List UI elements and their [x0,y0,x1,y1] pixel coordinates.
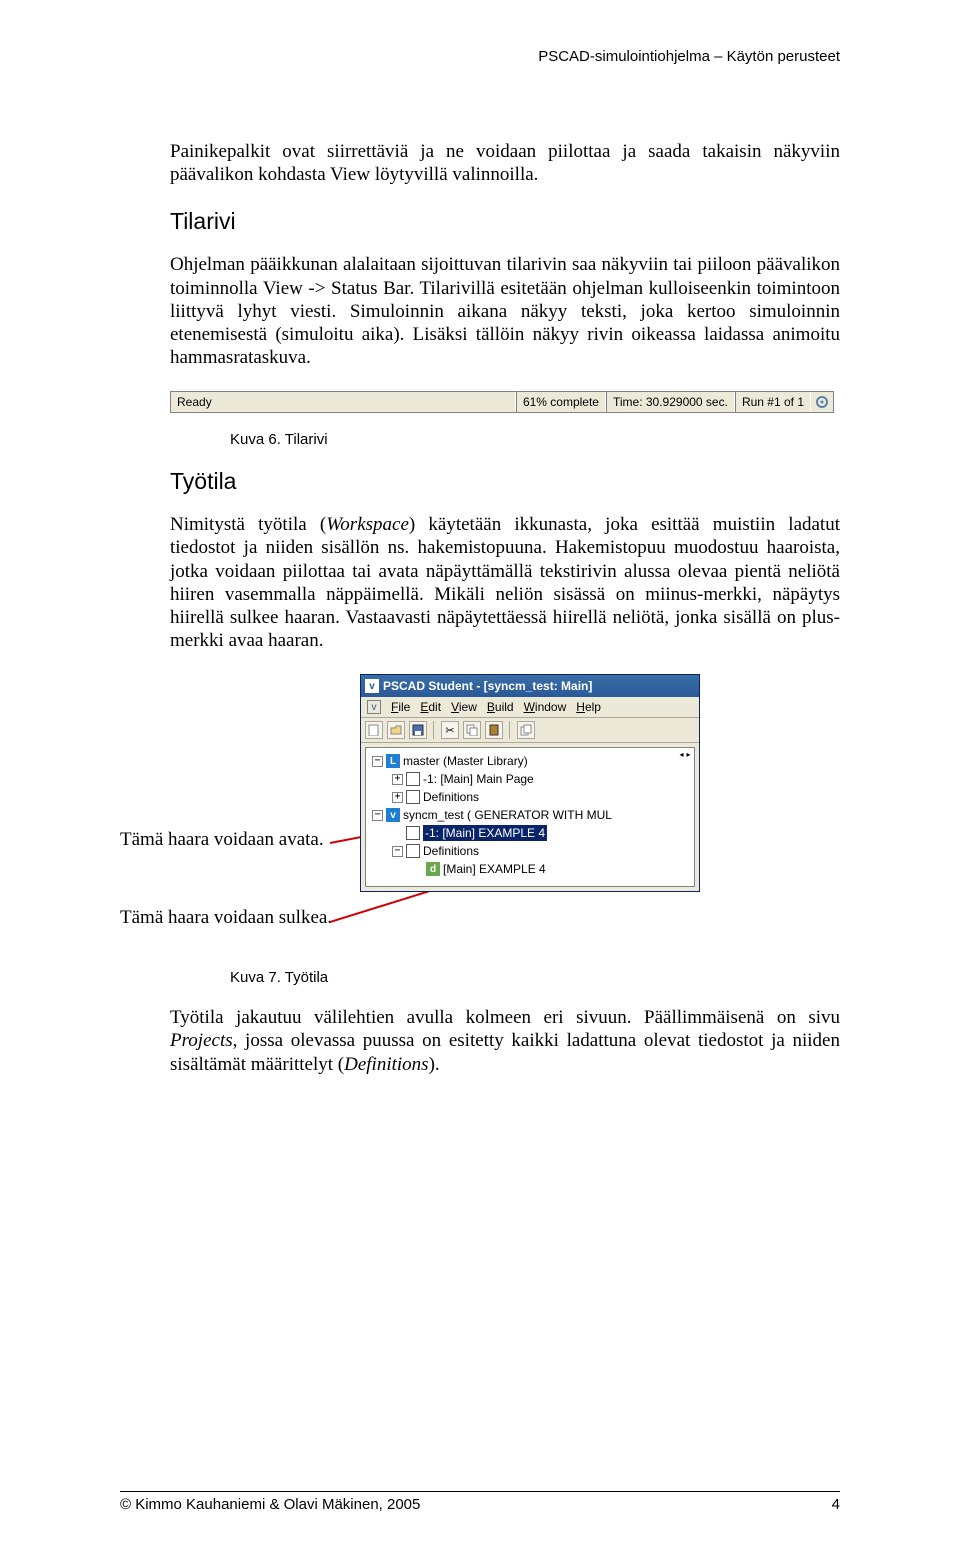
folder-icon [406,844,420,858]
main-content: Painikepalkit ovat siirrettäviä ja ne vo… [170,140,840,1098]
annotation-close: Tämä haara voidaan sulkea. [120,907,360,929]
footer-copyright: © Kimmo Kauhaniemi & Olavi Mäkinen, 2005 [120,1496,420,1513]
heading-tilarivi: Tilarivi [170,208,840,235]
caption-kuva7: Kuva 7. Työtila [230,969,840,986]
app-menu-icon[interactable]: v [367,700,381,714]
page-footer: © Kimmo Kauhaniemi & Olavi Mäkinen, 2005… [120,1491,840,1513]
tree-label: [Main] EXAMPLE 4 [443,862,546,876]
page-icon [406,826,420,840]
figure-window-wrap: Tämä haara voidaan avata. Tämä haara voi… [120,674,840,929]
text: ). [429,1054,440,1075]
collapse-icon[interactable]: − [372,810,383,821]
toolbar: ✂ [361,718,699,743]
folder-icon [406,790,420,804]
tree-row-master[interactable]: − L master (Master Library) [368,752,692,770]
tree-label: -1: [Main] Main Page [423,772,534,786]
page-icon [406,772,420,786]
paragraph-tilarivi: Ohjelman pääikkunan alalaitaan sijoittuv… [170,253,840,369]
text: Nimitystä työtila ( [170,514,326,535]
tree-label: -1: [Main] EXAMPLE 4 [423,825,547,841]
tree-row-defs1[interactable]: + Definitions [368,788,692,806]
paragraph-tyotila: Nimitystä työtila (Workspace) käytetään … [170,513,840,652]
tree-row-mainpage[interactable]: + -1: [Main] Main Page [368,770,692,788]
menu-build[interactable]: Build [487,700,514,714]
tree-pane: ◂ ▸ − L master (Master Library) + -1: [M… [365,747,695,887]
app-icon: v [365,679,379,693]
annotation-open: Tämä haara voidaan avata. [120,829,360,851]
scroll-right-icon[interactable]: ▸ [685,750,692,760]
definition-icon: d [426,862,440,876]
window-title: PSCAD Student - [syncm_test: Main] [383,679,592,693]
text: Työtila jakautuu välilehtien avulla kolm… [170,1007,840,1028]
project-icon: v [386,808,400,822]
window-titlebar: v PSCAD Student - [syncm_test: Main] [361,675,699,697]
menu-file[interactable]: File [391,700,410,714]
statusbar-ready: Ready [171,392,516,412]
tree-row-syncm[interactable]: − v syncm_test ( GENERATOR WITH MUL [368,806,692,824]
menu-help[interactable]: Help [576,700,601,714]
paragraph-tyotila2: Työtila jakautuu välilehtien avulla kolm… [170,1006,840,1076]
collapse-icon[interactable]: − [372,756,383,767]
cut-icon[interactable]: ✂ [441,721,459,739]
menu-edit[interactable]: Edit [420,700,441,714]
statusbar-complete: 61% complete [516,392,606,412]
tree-label: Definitions [423,790,479,804]
page-number: 4 [832,1496,840,1513]
annotation-column: Tämä haara voidaan avata. Tämä haara voi… [120,674,360,929]
pscad-window: v PSCAD Student - [syncm_test: Main] v F… [360,674,700,892]
expand-icon[interactable]: + [392,792,403,803]
copy-icon[interactable] [463,721,481,739]
statusbar-run: Run #1 of 1 [735,392,811,412]
menu-window[interactable]: Window [524,700,567,714]
tree-row-example4-sel[interactable]: -1: [Main] EXAMPLE 4 [368,824,692,842]
tree-row-example4-def[interactable]: d [Main] EXAMPLE 4 [368,860,692,878]
text-italic: Workspace [326,514,409,535]
new-icon[interactable] [365,721,383,739]
copy-icon-2[interactable] [517,721,535,739]
paste-icon[interactable] [485,721,503,739]
library-icon: L [386,754,400,768]
tree-label: master (Master Library) [403,754,528,768]
toolbar-separator [509,721,511,739]
text-italic: Definitions [344,1054,428,1075]
gear-icon [811,395,833,409]
tree-row-defs2[interactable]: − Definitions [368,842,692,860]
caption-kuva6: Kuva 6. Tilarivi [230,431,840,448]
collapse-icon[interactable]: − [392,846,403,857]
text: , jossa olevassa puussa on esitetty kaik… [170,1030,840,1074]
open-icon[interactable] [387,721,405,739]
save-icon[interactable] [409,721,427,739]
expand-icon[interactable]: + [392,774,403,785]
toolbar-separator [433,721,435,739]
menu-view[interactable]: View [451,700,477,714]
text-italic: Projects [170,1030,233,1051]
page-header: PSCAD-simulointiohjelma – Käytön peruste… [538,48,840,65]
tree-label: syncm_test ( GENERATOR WITH MUL [403,808,612,822]
statusbar-time: Time: 30.929000 sec. [606,392,735,412]
paragraph-intro: Painikepalkit ovat siirrettäviä ja ne vo… [170,140,840,186]
heading-tyotila: Työtila [170,468,840,495]
tree-label: Definitions [423,844,479,858]
menubar: v File Edit View Build Window Help [361,697,699,718]
statusbar-figure: Ready 61% complete Time: 30.929000 sec. … [170,391,834,413]
scroll-left-icon[interactable]: ◂ [678,750,685,760]
